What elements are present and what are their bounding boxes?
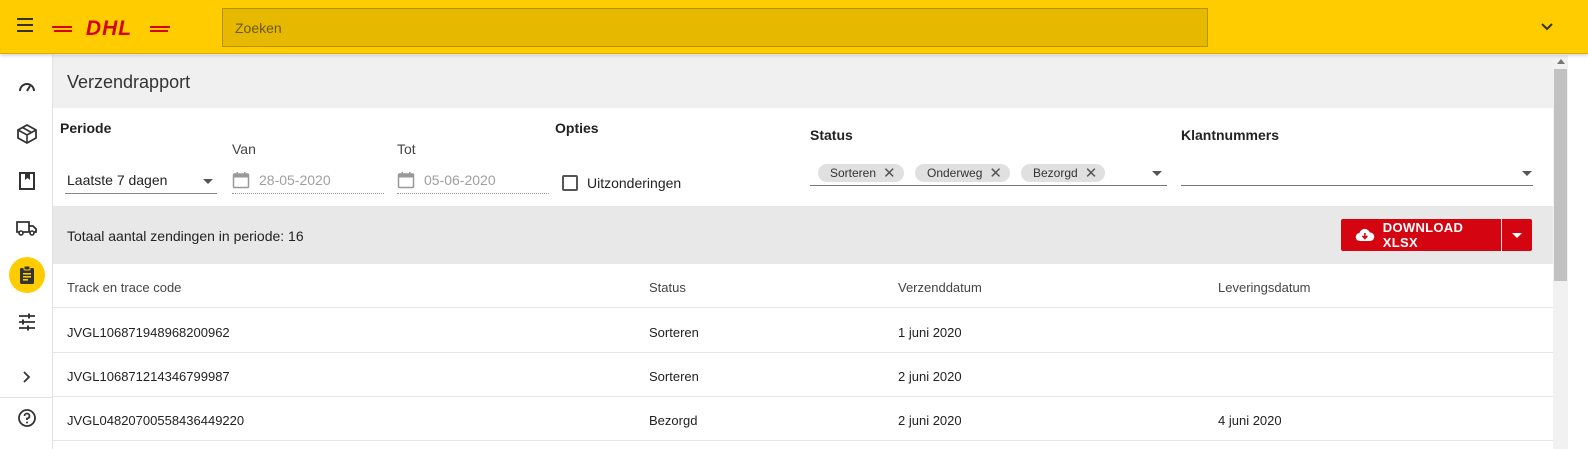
header-status[interactable]: Status xyxy=(649,280,686,295)
sidebar-item-help[interactable] xyxy=(9,400,45,436)
vertical-scrollbar[interactable] xyxy=(1553,55,1568,449)
sidebar-item-reports[interactable] xyxy=(9,257,45,293)
chevron-right-icon xyxy=(23,371,31,383)
header-verzenddatum[interactable]: Verzenddatum xyxy=(898,280,982,295)
cell-track-code: JVGL106871948968200962 xyxy=(67,325,230,340)
opties-label: Opties xyxy=(555,120,599,136)
cell-verzenddatum: 2 juni 2020 xyxy=(898,369,962,384)
status-chip-bezorgd: Bezorgd ✕ xyxy=(1021,164,1106,182)
chevron-down-icon[interactable] xyxy=(1540,20,1554,34)
sidebar-item-settings[interactable] xyxy=(9,304,45,340)
table-header-row: Track en trace code Status Verzenddatum … xyxy=(53,264,1553,308)
tot-date-field[interactable]: 05-06-2020 xyxy=(397,168,549,194)
chip-label: Onderweg xyxy=(927,166,983,180)
header-track-code[interactable]: Track en trace code xyxy=(67,280,181,295)
page-title: Verzendrapport xyxy=(67,72,191,92)
chip-label: Bezorgd xyxy=(1033,166,1078,180)
close-icon[interactable]: ✕ xyxy=(1085,166,1098,181)
summary-bar: Totaal aantal zendingen in periode: 16 D… xyxy=(53,206,1553,264)
klantnummers-label: Klantnummers xyxy=(1181,127,1280,143)
header-leveringsdatum[interactable]: Leveringsdatum xyxy=(1218,280,1311,295)
window-edge xyxy=(1568,0,1588,449)
calendar-icon xyxy=(232,172,250,189)
logo-text: DHL xyxy=(86,17,132,39)
caret-down-icon xyxy=(1522,171,1532,176)
status-chip-sorteren: Sorteren ✕ xyxy=(818,164,904,182)
search-input[interactable] xyxy=(223,9,1207,46)
sidebar xyxy=(0,55,53,449)
klantnummers-select[interactable] xyxy=(1181,160,1533,186)
dhl-logo[interactable]: DHL xyxy=(52,17,170,39)
sidebar-divider xyxy=(0,397,53,398)
cell-status: Sorteren xyxy=(649,369,699,384)
total-shipments-text: Totaal aantal zendingen in periode: 16 xyxy=(67,228,304,244)
cell-verzenddatum: 1 juni 2020 xyxy=(898,325,962,340)
download-label: DOWNLOAD XLSX xyxy=(1382,220,1464,250)
van-date-field[interactable]: 28-05-2020 xyxy=(232,168,384,194)
sidebar-item-addressbook[interactable] xyxy=(9,163,45,199)
uitzonderingen-checkbox[interactable] xyxy=(562,175,578,191)
periode-select[interactable]: Laatste 7 dagen xyxy=(65,168,217,194)
table-row[interactable]: JVGL106871948968200962 Sorteren 1 juni 2… xyxy=(53,309,1553,353)
close-icon[interactable]: ✕ xyxy=(989,166,1002,181)
cell-leveringsdatum: 4 juni 2020 xyxy=(1218,413,1282,428)
van-date-value: 28-05-2020 xyxy=(259,172,331,188)
close-icon[interactable]: ✕ xyxy=(883,166,896,181)
van-label: Van xyxy=(232,141,256,157)
sidebar-expand[interactable] xyxy=(9,359,45,395)
book-icon xyxy=(19,172,35,190)
page-header: Verzendrapport xyxy=(53,55,1553,108)
cell-verzenddatum: 2 juni 2020 xyxy=(898,413,962,428)
caret-down-icon xyxy=(1512,233,1522,238)
periode-value: Laatste 7 dagen xyxy=(67,172,168,188)
sidebar-item-dashboard[interactable] xyxy=(9,69,45,105)
sliders-icon xyxy=(19,313,35,331)
cell-track-code: JVGL04820700558436449220 xyxy=(67,413,245,428)
main-content: Verzendrapport Periode Laatste 7 dagen V… xyxy=(53,55,1553,449)
calendar-icon xyxy=(397,172,415,189)
table-row[interactable]: JVGL106871214346799987 Sorteren 2 juni 2… xyxy=(53,353,1553,397)
cell-status: Sorteren xyxy=(649,325,699,340)
caret-down-icon xyxy=(1152,171,1162,176)
filter-panel: Periode Laatste 7 dagen Van 28-05-2020 T… xyxy=(53,108,1553,206)
help-icon xyxy=(18,409,36,427)
chip-label: Sorteren xyxy=(830,166,877,180)
status-label: Status xyxy=(810,127,853,143)
search-box[interactable] xyxy=(222,8,1208,47)
menu-icon[interactable] xyxy=(17,18,37,36)
cell-track-code: JVGL106871214346799987 xyxy=(67,369,230,384)
status-chip-onderweg: Onderweg ✕ xyxy=(915,164,1010,182)
download-options-button[interactable] xyxy=(1502,219,1532,251)
tot-date-value: 05-06-2020 xyxy=(424,172,496,188)
speedometer-icon xyxy=(19,83,35,92)
tot-label: Tot xyxy=(397,141,416,157)
top-bar: DHL xyxy=(0,0,1588,54)
package-icon xyxy=(17,123,37,145)
sidebar-item-pickups[interactable] xyxy=(9,210,45,246)
table-row[interactable]: JVGL04820700558436449220 Bezorgd 2 juni … xyxy=(53,397,1553,441)
sidebar-item-shipments[interactable] xyxy=(9,116,45,152)
truck-icon xyxy=(16,221,37,236)
cell-status: Bezorgd xyxy=(649,413,698,428)
cloud-download-icon xyxy=(1355,228,1375,241)
scroll-thumb[interactable] xyxy=(1554,69,1567,281)
caret-down-icon xyxy=(203,179,213,184)
uitzonderingen-label: Uitzonderingen xyxy=(587,175,682,191)
periode-label: Periode xyxy=(60,120,112,136)
scroll-up-icon[interactable] xyxy=(1557,59,1565,64)
download-xlsx-button[interactable]: DOWNLOAD XLSX xyxy=(1341,219,1501,251)
clipboard-icon xyxy=(20,265,34,284)
